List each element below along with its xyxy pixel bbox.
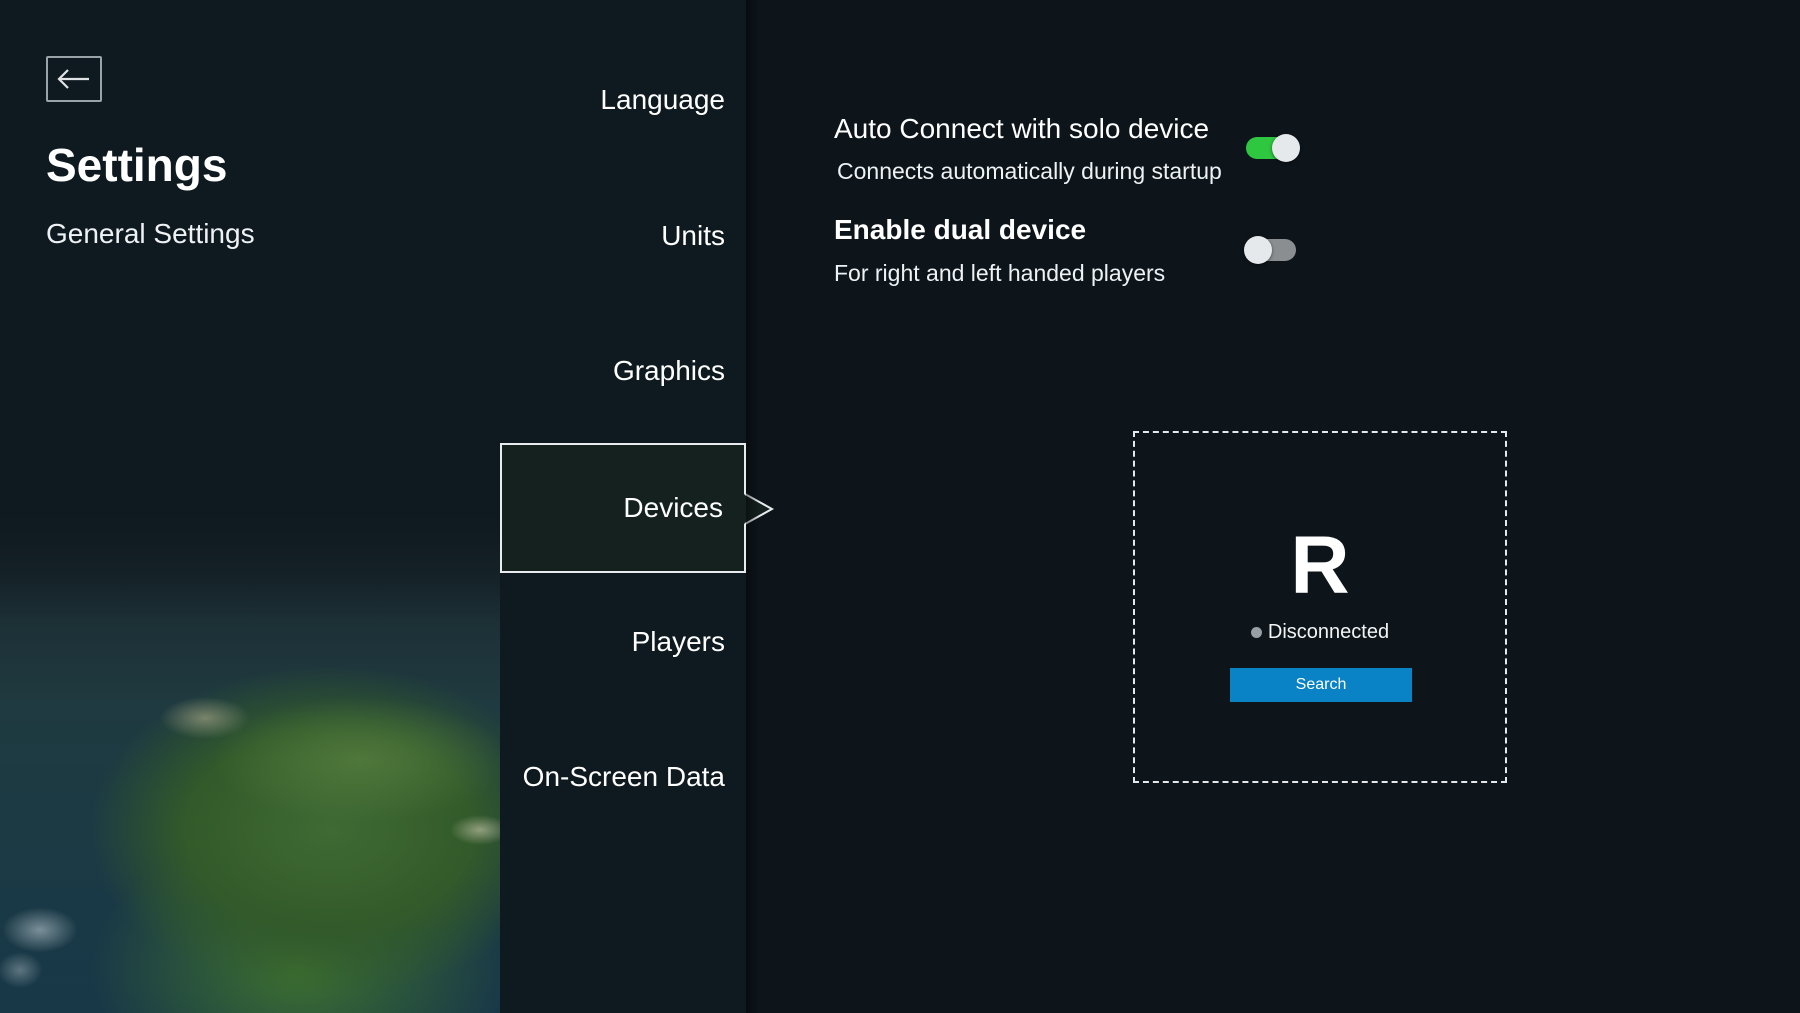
device-label: R: [1290, 520, 1350, 611]
nav-item-graphics[interactable]: Graphics: [613, 355, 725, 387]
arrow-left-icon: [57, 69, 89, 89]
toggle-knob: [1272, 134, 1300, 162]
left-panel: Settings General Settings: [0, 0, 500, 1013]
settings-screen: Settings General Settings Language Units…: [0, 0, 1800, 1013]
column-divider: [746, 0, 760, 1013]
nav-item-devices[interactable]: Devices: [500, 443, 746, 573]
auto-connect-toggle[interactable]: [1246, 134, 1300, 162]
settings-nav: Language Units Graphics Devices Players …: [500, 0, 746, 1013]
dual-device-title: Enable dual device: [834, 214, 1087, 245]
back-button[interactable]: [46, 56, 102, 102]
page-subtitle: General Settings: [46, 218, 255, 249]
auto-connect-title: Auto Connect with solo device: [834, 113, 1210, 144]
auto-connect-description: Connects automatically during startup: [837, 158, 1222, 184]
toggle-knob: [1244, 236, 1272, 264]
dual-device-toggle[interactable]: [1244, 236, 1296, 264]
nav-item-on-screen-data[interactable]: On-Screen Data: [523, 761, 725, 793]
status-dot-icon: [1250, 627, 1262, 638]
search-button[interactable]: Search: [1230, 668, 1412, 702]
page-title: Settings: [46, 139, 228, 191]
dual-device-description: For right and left handed players: [834, 260, 1166, 286]
nav-item-players[interactable]: Players: [632, 626, 725, 658]
nav-item-units[interactable]: Units: [661, 220, 725, 252]
golf-course-background-image: [0, 500, 500, 1013]
device-slot: R Disconnected Search: [1133, 431, 1507, 783]
device-status: Disconnected: [1135, 621, 1505, 644]
nav-item-devices-label: Devices: [623, 492, 723, 523]
nav-item-language[interactable]: Language: [600, 84, 725, 116]
device-status-text: Disconnected: [1267, 621, 1390, 643]
